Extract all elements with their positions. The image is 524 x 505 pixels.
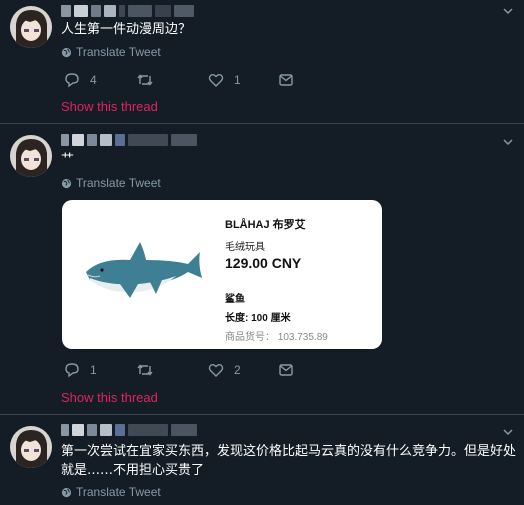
translate-tweet-link[interactable]: Translate Tweet xyxy=(61,45,161,59)
username-blurred[interactable] xyxy=(61,134,197,146)
tweet-text: 人生第一件动漫周边？ xyxy=(61,22,192,37)
product-info: BLÅHAJ 布罗艾 毛绒玩具 129.00 CNY 鲨鱼 长度: 100 厘米… xyxy=(225,216,328,343)
chevron-down-icon[interactable] xyxy=(502,426,514,438)
tweet-text: 艹 xyxy=(61,152,75,167)
show-thread-link[interactable]: Show this thread xyxy=(61,99,158,114)
show-thread-link[interactable]: Show this thread xyxy=(61,390,158,405)
chevron-down-icon[interactable] xyxy=(502,136,514,148)
like-button[interactable]: 2 xyxy=(208,362,241,378)
translate-tweet-link[interactable]: Translate Tweet xyxy=(61,176,161,190)
username-blurred[interactable] xyxy=(61,424,197,436)
message-button[interactable] xyxy=(278,362,294,378)
heart-outline-icon xyxy=(208,364,224,377)
message-button[interactable] xyxy=(278,72,294,88)
speech-bubble-icon xyxy=(65,73,79,88)
translate-tweet-link[interactable]: Translate Tweet xyxy=(61,485,161,499)
reply-button[interactable]: 1 xyxy=(64,362,97,378)
product-price: 129.00 CNY xyxy=(225,255,302,271)
avatar[interactable] xyxy=(10,135,52,177)
tweet-2[interactable]: 艹 Translate Tweet BLÅHAJ 布罗艾 毛绒玩具 129.00… xyxy=(0,124,524,415)
reply-count: 4 xyxy=(90,73,97,87)
reply-button[interactable]: 4 xyxy=(64,72,97,88)
retweet-button[interactable] xyxy=(136,72,164,88)
retweet-arrows-icon xyxy=(137,74,153,86)
product-card[interactable]: BLÅHAJ 布罗艾 毛绒玩具 129.00 CNY 鲨鱼 长度: 100 厘米… xyxy=(62,200,382,349)
retweet-button[interactable] xyxy=(136,362,164,378)
retweet-arrows-icon xyxy=(137,364,153,376)
like-button[interactable]: 1 xyxy=(208,72,241,88)
tweet-3[interactable]: 第一次尝试在宜家买东西，发现这价格比起马云真的没有什么竞争力。但是好处就是……不… xyxy=(0,415,524,505)
globe-icon xyxy=(61,47,72,57)
translate-label: Translate Tweet xyxy=(76,45,161,59)
like-count: 2 xyxy=(234,363,241,377)
username-blurred[interactable] xyxy=(61,5,194,17)
tweet-text: 第一次尝试在宜家买东西，发现这价格比起马云真的没有什么竞争力。但是好处就是……不… xyxy=(61,444,517,478)
envelope-icon xyxy=(279,74,293,86)
tweet-1[interactable]: 人生第一件动漫周边？ Translate Tweet 4 1 Show this… xyxy=(0,0,524,124)
like-count: 1 xyxy=(234,73,241,87)
translate-label: Translate Tweet xyxy=(76,485,161,499)
envelope-icon xyxy=(279,364,293,376)
globe-icon xyxy=(61,487,72,497)
product-code: 商品货号： 103.735.89 xyxy=(225,332,328,343)
speech-bubble-icon xyxy=(65,363,79,378)
avatar[interactable] xyxy=(10,6,52,48)
shark-plush-image xyxy=(86,242,202,298)
product-name: 鲨鱼 xyxy=(225,294,245,305)
translate-label: Translate Tweet xyxy=(76,176,161,190)
product-length: 长度: 100 厘米 xyxy=(225,313,291,324)
tweet-actions: 4 1 xyxy=(64,72,304,88)
reply-count: 1 xyxy=(90,363,97,377)
product-subtitle: 毛绒玩具 xyxy=(225,242,265,253)
tweet-actions: 1 2 xyxy=(64,362,304,378)
heart-outline-icon xyxy=(208,74,224,87)
chevron-down-icon[interactable] xyxy=(502,5,514,17)
avatar[interactable] xyxy=(10,426,52,468)
product-title: BLÅHAJ 布罗艾 xyxy=(225,219,306,231)
globe-icon xyxy=(61,178,72,188)
